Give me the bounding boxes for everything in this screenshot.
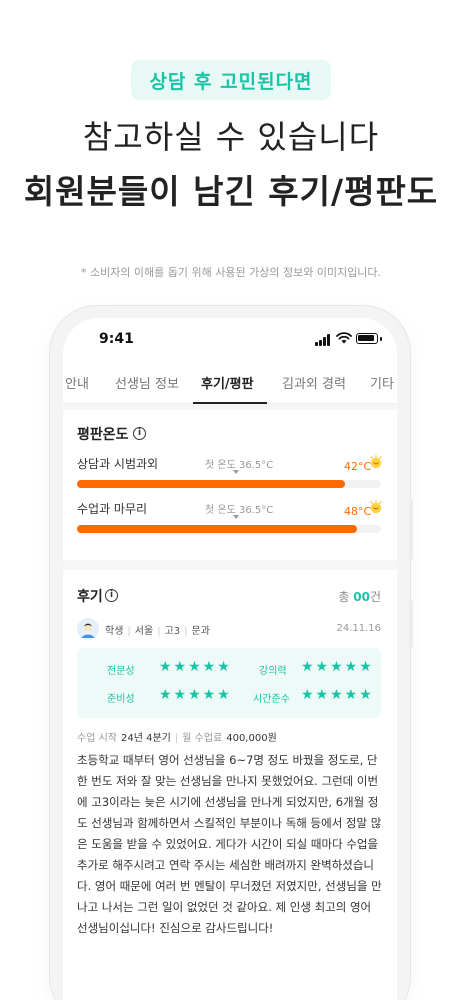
reputation-title: 평판온도 bbox=[77, 427, 129, 443]
hero-title-line2: 회원분들이 남긴 후기/평판도 bbox=[23, 172, 439, 211]
first-temp-label: 첫 온도 36.5°C bbox=[205, 460, 274, 471]
battery-icon bbox=[356, 333, 378, 344]
reputation-item-label: 수업과 마무리 bbox=[77, 502, 148, 516]
student-avatar-icon bbox=[77, 618, 99, 640]
tab-career[interactable]: 김과외 경력 bbox=[282, 373, 346, 392]
tab-reviews[interactable]: 후기/평판 bbox=[201, 373, 254, 392]
rating-label: 시간준수 bbox=[253, 694, 290, 705]
reputation-item-label: 상담과 시범과외 bbox=[77, 457, 159, 471]
review-body: 초등학교 때부터 영어 선생님을 6~7명 정도 바꿨을 정도로, 단 한 번도… bbox=[77, 753, 382, 935]
smile-face-icon bbox=[370, 455, 382, 469]
reviewer-meta: 학생 | 서울 | 고3 | 문과 bbox=[105, 626, 210, 637]
reputation-bar-fill bbox=[77, 525, 357, 533]
tab-etc[interactable]: 기타 bbox=[370, 373, 394, 392]
star-rating: ★★★★★ bbox=[301, 659, 374, 675]
tab-teacher-info[interactable]: 선생님 정보 bbox=[115, 373, 179, 392]
phone-side-button bbox=[409, 500, 413, 560]
star-rating: ★★★★★ bbox=[159, 687, 232, 703]
lesson-info: 수업 시작 24년 4분기 | 월 수업료 400,000원 bbox=[77, 733, 277, 744]
phone-side-button bbox=[409, 600, 413, 648]
review-date: 24.11.16 bbox=[336, 623, 381, 634]
review-count: 총 00건 bbox=[338, 590, 381, 604]
first-temp-marker bbox=[233, 470, 239, 474]
disclaimer-text: * 소비자의 이해를 돕기 위해 사용된 가상의 정보와 이미지입니다. bbox=[80, 266, 382, 279]
rating-box: 전문성 ★★★★★ 강의력 ★★★★★ 준비성 ★★★★★ 시간준수 ★★★★★ bbox=[77, 648, 381, 718]
star-rating: ★★★★★ bbox=[159, 659, 232, 675]
info-icon[interactable]: i bbox=[133, 427, 146, 440]
hero-title-line1: 참고하실 수 있습니다 bbox=[82, 118, 380, 156]
status-bar: 9:41 bbox=[63, 318, 397, 362]
active-tab-indicator bbox=[193, 402, 267, 404]
first-temp-label: 첫 온도 36.5°C bbox=[205, 505, 274, 516]
wifi-icon bbox=[336, 332, 352, 344]
first-temp-marker bbox=[233, 515, 239, 519]
reputation-bar-track bbox=[77, 480, 381, 488]
hero-badge: 상담 후 고민된다면 bbox=[131, 60, 331, 100]
rating-label: 전문성 bbox=[107, 666, 135, 677]
signal-icon bbox=[315, 334, 333, 346]
smile-face-icon bbox=[370, 500, 382, 514]
reputation-item-value: 42°C bbox=[344, 460, 372, 473]
reputation-item-value: 48°C bbox=[344, 505, 372, 518]
battery-cap bbox=[380, 337, 382, 341]
review-card: 후기 i 총 00건 학생 | 서울 | 고3 | 문과 24.11.16 전문성 ★★★★… bbox=[63, 570, 397, 1000]
reputation-bar-fill bbox=[77, 480, 345, 488]
rating-label: 강의력 bbox=[259, 666, 287, 677]
tab-bar: 안내 선생님 정보 후기/평판 김과외 경력 기타 bbox=[63, 362, 397, 404]
status-time: 9:41 bbox=[99, 331, 134, 347]
info-icon[interactable]: i bbox=[105, 589, 118, 602]
reputation-bar-track bbox=[77, 525, 381, 533]
reputation-card: 평판온도 i 상담과 시범과외 첫 온도 36.5°C 42°C 수업과 마무리… bbox=[63, 410, 397, 560]
phone-screen: 9:41 안내 선생님 정보 후기/평판 김과외 경력 기타 평판온도 i 상담… bbox=[63, 318, 397, 1000]
review-title: 후기 bbox=[77, 589, 103, 605]
tab-info[interactable]: 안내 bbox=[65, 373, 89, 392]
star-rating: ★★★★★ bbox=[301, 687, 374, 703]
rating-label: 준비성 bbox=[107, 694, 135, 705]
